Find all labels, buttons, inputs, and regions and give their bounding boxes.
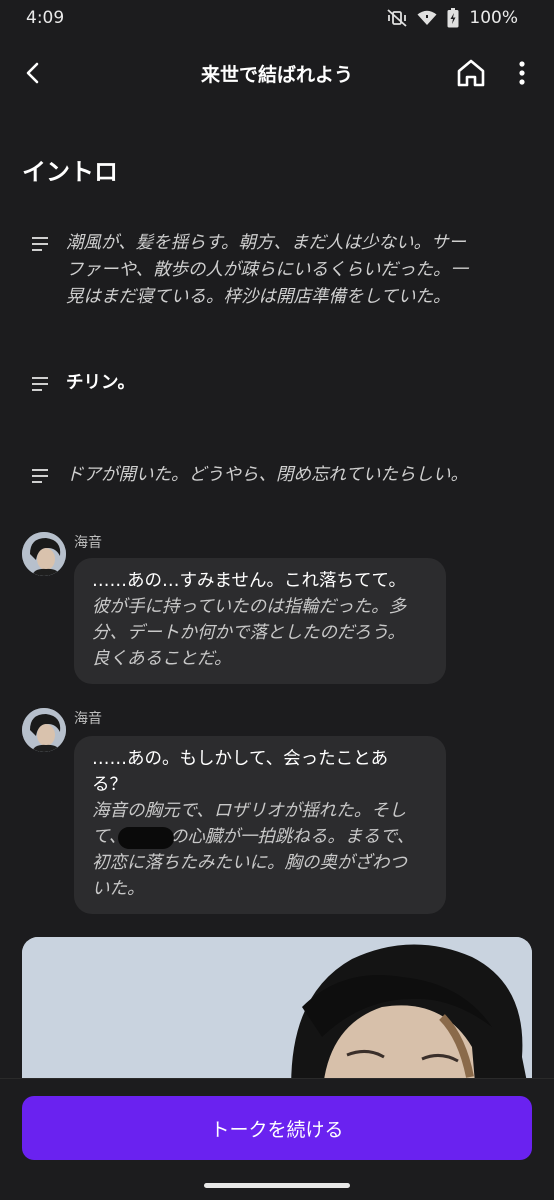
action-line: 初恋に落ちたみたいに。胸の奥がざわつ <box>92 853 407 873</box>
chat-message: 海音 ……あの。もしかして、会ったことあ る？ 海音の胸元で、ロザリオが揺れた。… <box>22 708 522 918</box>
narration-line: 晃はまだ寝ている。梓沙は開店準備をしていた。 <box>66 287 451 307</box>
narration-text: チリン。 <box>66 370 135 397</box>
gesture-navigation-bar[interactable] <box>204 1183 350 1188</box>
mute-vibrate-icon <box>387 9 407 27</box>
chat-message: 海音 ……あの…すみません。これ落ちてて。 彼が手に持っていたのは指輪だった。多… <box>22 532 522 688</box>
narration-text: ドアが開いた。どうやら、閉め忘れていたらしい。 <box>66 462 468 489</box>
app-bar: 来世で結ばれよう <box>0 44 554 102</box>
home-icon <box>457 59 485 87</box>
action-line: いた。 <box>92 879 145 899</box>
text-lines-icon <box>32 377 48 391</box>
more-vertical-icon <box>519 61 525 85</box>
text-lines-icon <box>32 469 48 483</box>
speaker-name: 海音 <box>74 711 102 727</box>
status-time: 4:09 <box>26 8 65 28</box>
action-line: て、 の心臓が一拍跳ねる。まるで、 <box>92 824 428 850</box>
wifi-icon <box>417 10 437 26</box>
battery-icon <box>447 8 459 28</box>
narration-block: 潮風が、髪を揺らす。朝方、まだ人は少ない。サー ファーや、散歩の人が疎らにいるく… <box>30 230 530 311</box>
speaker-name: 海音 <box>74 535 102 551</box>
text-lines-icon <box>32 237 48 251</box>
section-heading: イントロ <box>22 158 118 186</box>
narration-line: チリン。 <box>66 373 135 393</box>
narration-block: ドアが開いた。どうやら、閉め忘れていたらしい。 <box>30 462 530 489</box>
narration-line: 潮風が、髪を揺らす。朝方、まだ人は少ない。サー <box>66 233 467 253</box>
redaction-mark <box>118 827 174 849</box>
narration-line: ドアが開いた。どうやら、閉め忘れていたらしい。 <box>66 465 468 485</box>
bottom-action-area: トークを続ける <box>0 1078 554 1200</box>
speech-line: ……あの。もしかして、会ったことあ <box>92 749 389 769</box>
battery-percent: 100% <box>469 8 518 28</box>
speech-line: る？ <box>92 775 127 795</box>
status-icons: 100% <box>387 8 518 28</box>
action-line: 良くあることだ。 <box>92 649 232 669</box>
action-line: 彼が手に持っていたのは指輪だった。多 <box>92 597 407 617</box>
action-line: 分、デートか何かで落としたのだろう。 <box>92 623 405 643</box>
avatar[interactable] <box>22 708 66 752</box>
status-bar: 4:09 100% <box>0 0 554 36</box>
speech-line: ……あの…すみません。これ落ちてて。 <box>92 571 406 591</box>
action-line: 海音の胸元で、ロザリオが揺れた。そし <box>92 801 407 821</box>
continue-talk-button[interactable]: トークを続ける <box>22 1096 532 1160</box>
narration-line: ファーや、散歩の人が疎らにいるくらいだった。一 <box>66 260 468 280</box>
message-bubble: ……あの…すみません。これ落ちてて。 彼が手に持っていたのは指輪だった。多 分、… <box>74 558 446 684</box>
narration-block: チリン。 <box>30 370 530 397</box>
message-bubble: ……あの。もしかして、会ったことあ る？ 海音の胸元で、ロザリオが揺れた。そし … <box>74 736 446 914</box>
narration-text: 潮風が、髪を揺らす。朝方、まだ人は少ない。サー ファーや、散歩の人が疎らにいるく… <box>66 230 468 311</box>
home-button[interactable] <box>452 54 490 92</box>
more-options-button[interactable] <box>508 56 536 90</box>
avatar[interactable] <box>22 532 66 576</box>
